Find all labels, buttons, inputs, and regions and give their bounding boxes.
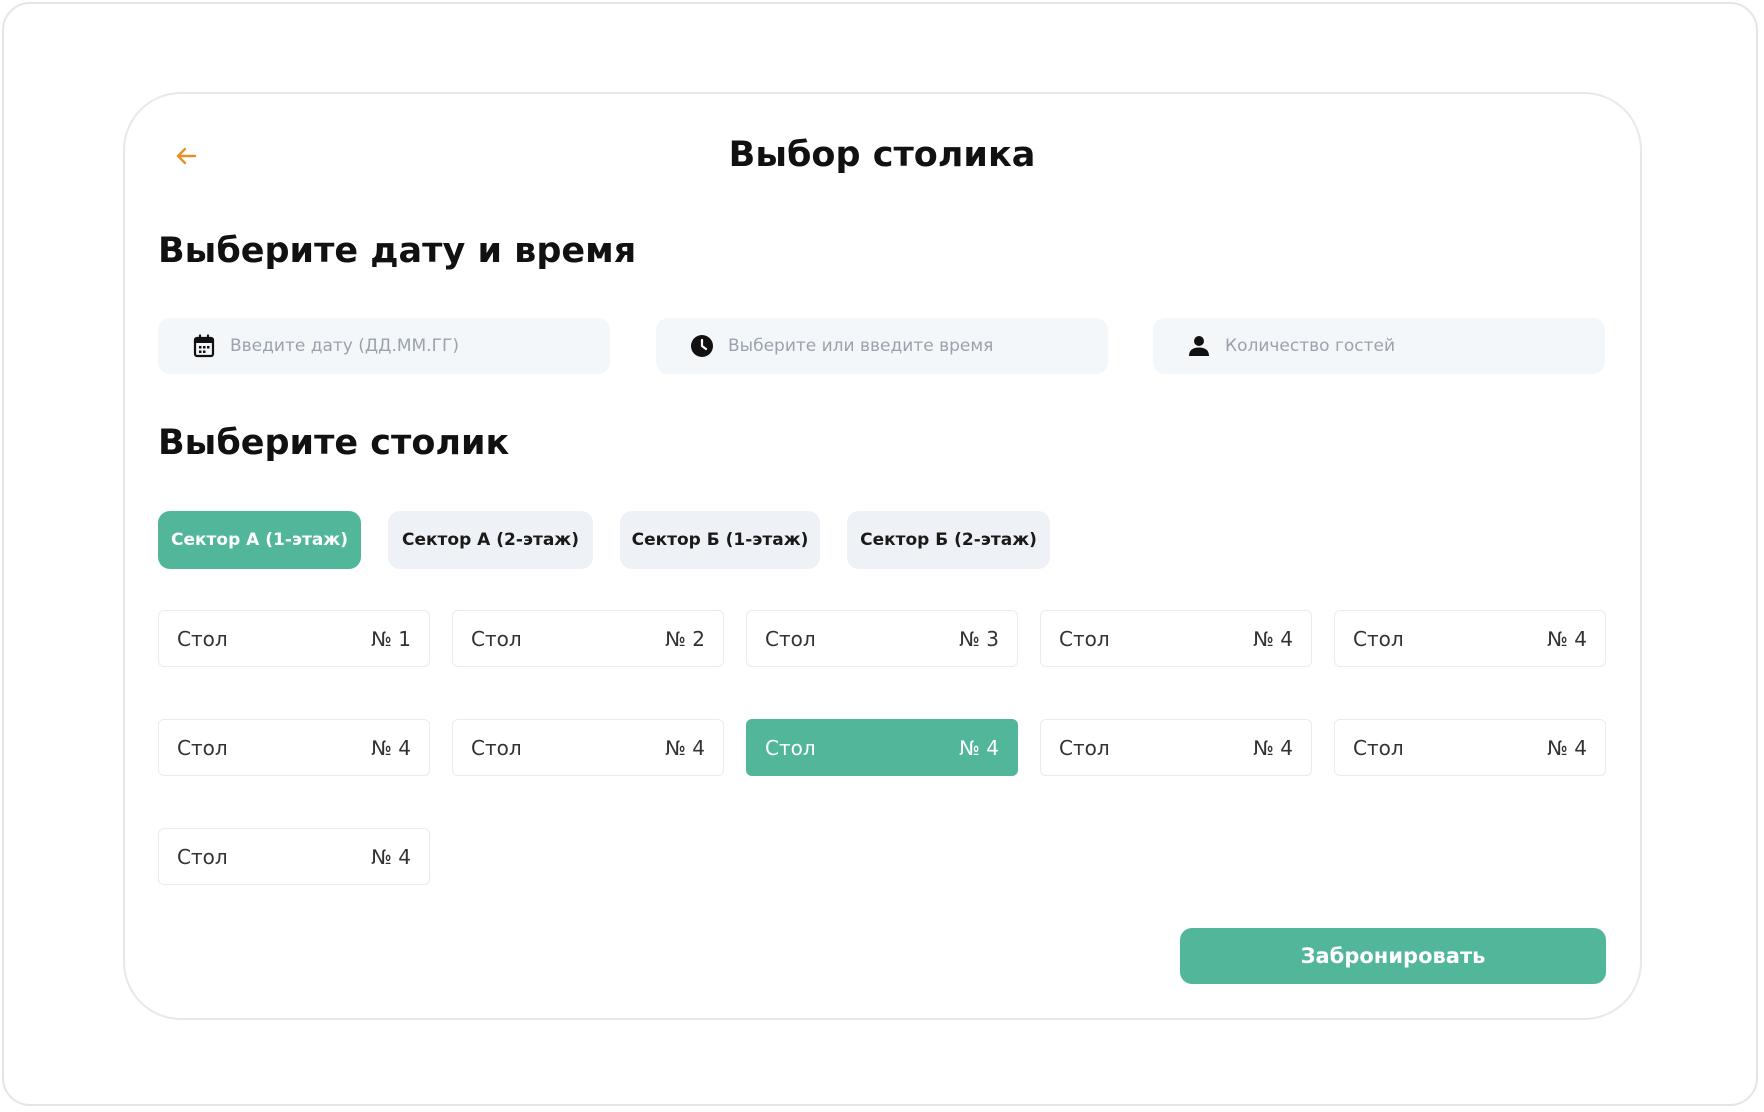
date-input[interactable] xyxy=(230,336,590,356)
time-input[interactable] xyxy=(728,336,1088,356)
table-card[interactable]: Стол № 4 xyxy=(1040,610,1312,667)
table-number: № 3 xyxy=(959,626,999,651)
table-card[interactable]: Стол № 4 xyxy=(1334,719,1606,776)
clock-icon xyxy=(690,334,714,358)
table-number: № 4 xyxy=(1253,735,1293,760)
table-label: Стол xyxy=(1353,735,1404,760)
table-label: Стол xyxy=(765,735,816,760)
time-field[interactable] xyxy=(656,318,1108,374)
table-section-title: Выберите столик xyxy=(158,423,510,463)
guests-input[interactable] xyxy=(1225,336,1585,356)
table-card[interactable]: Стол № 4 xyxy=(158,828,430,885)
table-number: № 4 xyxy=(1547,626,1587,651)
table-card[interactable]: Стол № 2 xyxy=(452,610,724,667)
table-label: Стол xyxy=(471,626,522,651)
datetime-section-title: Выберите дату и время xyxy=(158,231,637,271)
table-number: № 4 xyxy=(665,735,705,760)
page-title: Выбор столика xyxy=(728,135,1036,175)
table-number: № 4 xyxy=(1253,626,1293,651)
table-number: № 4 xyxy=(371,844,411,869)
table-card[interactable]: Стол № 4 xyxy=(1040,719,1312,776)
table-label: Стол xyxy=(471,735,522,760)
table-number: № 1 xyxy=(371,626,411,651)
sector-tab-a-1[interactable]: Сектор А (1-этаж) xyxy=(158,511,361,569)
sector-tab-b-2[interactable]: Сектор Б (2-этаж) xyxy=(847,511,1050,569)
table-number: № 4 xyxy=(371,735,411,760)
table-number: № 4 xyxy=(1547,735,1587,760)
table-label: Стол xyxy=(765,626,816,651)
user-icon xyxy=(1187,334,1211,358)
table-label: Стол xyxy=(1353,626,1404,651)
book-button[interactable]: Забронировать xyxy=(1180,928,1606,984)
table-label: Стол xyxy=(1059,735,1110,760)
table-card[interactable]: Стол № 1 xyxy=(158,610,430,667)
calendar-icon xyxy=(192,334,216,358)
table-card[interactable]: Стол № 4 xyxy=(452,719,724,776)
sector-tab-b-1[interactable]: Сектор Б (1-этаж) xyxy=(620,511,820,569)
table-number: № 4 xyxy=(959,735,999,760)
table-label: Стол xyxy=(177,735,228,760)
table-number: № 2 xyxy=(665,626,705,651)
date-field[interactable] xyxy=(158,318,610,374)
table-label: Стол xyxy=(1059,626,1110,651)
sector-tab-a-2[interactable]: Сектор А (2-этаж) xyxy=(388,511,593,569)
table-card[interactable]: Стол № 4 xyxy=(1334,610,1606,667)
table-label: Стол xyxy=(177,626,228,651)
table-card[interactable]: Стол № 3 xyxy=(746,610,1018,667)
guests-field[interactable] xyxy=(1153,318,1605,374)
table-card-selected[interactable]: Стол № 4 xyxy=(746,719,1018,776)
table-card[interactable]: Стол № 4 xyxy=(158,719,430,776)
table-label: Стол xyxy=(177,844,228,869)
